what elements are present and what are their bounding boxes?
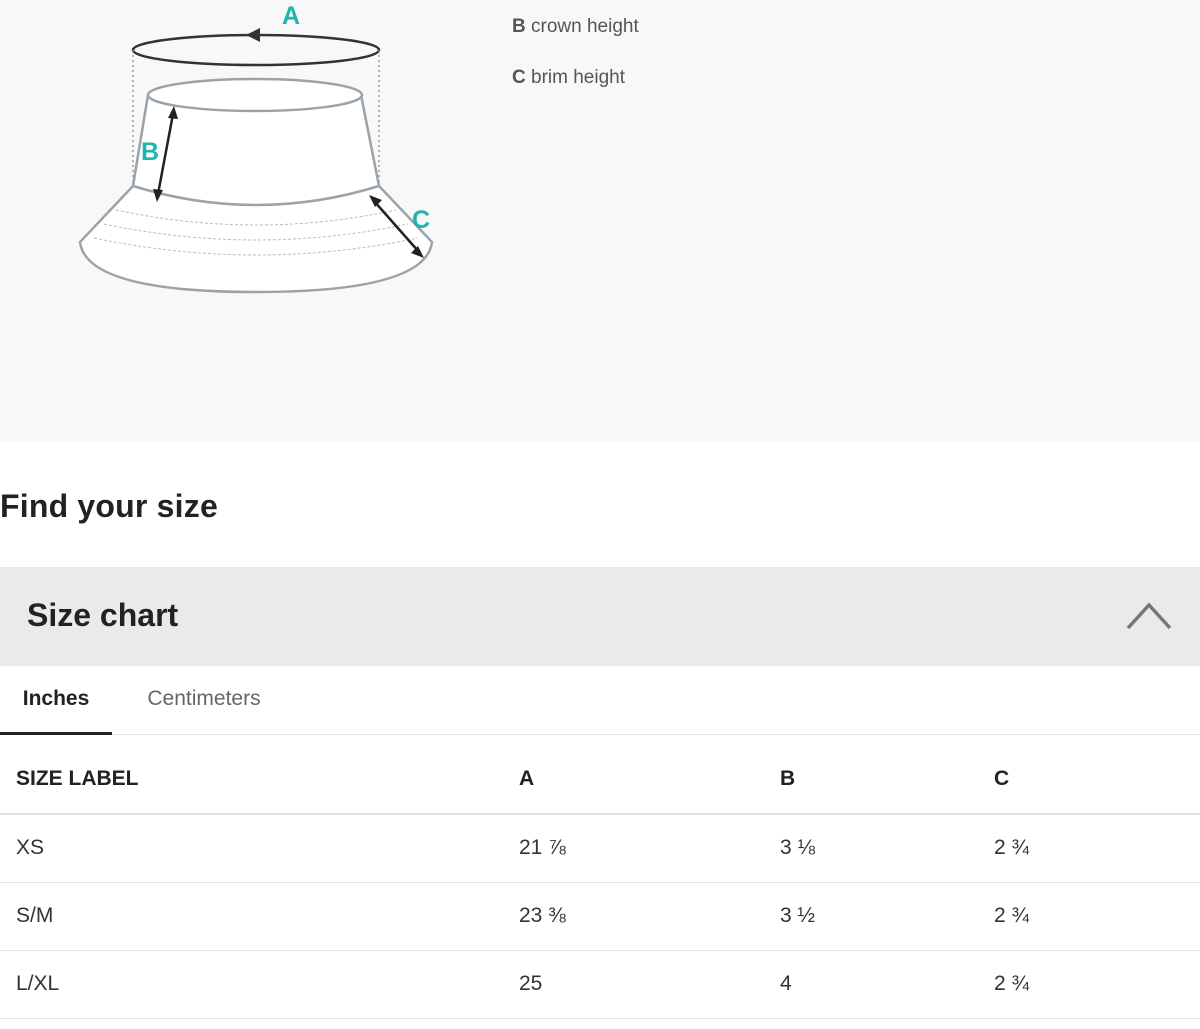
- value-cell-c: 2 ¾: [994, 950, 1200, 1019]
- table-row: XS 21 ⅞ 3 ⅛ 2 ¾: [0, 814, 1200, 883]
- value-cell-c: 2 ¾: [994, 882, 1200, 951]
- column-header-b: B: [780, 744, 994, 815]
- size-chart-accordion-header[interactable]: Size chart: [0, 567, 1200, 666]
- chevron-up-icon[interactable]: [1125, 598, 1173, 632]
- legend-item-crown-height: B crown height: [512, 16, 639, 67]
- column-header-size-label: SIZE LABEL: [0, 744, 519, 815]
- table-row: S/M 23 ⅜ 3 ½ 2 ¾: [0, 882, 1200, 951]
- legend-key: B: [512, 16, 526, 37]
- size-table: SIZE LABEL A B C XS 21 ⅞ 3 ⅛ 2 ¾ S/M 23 …: [0, 744, 1200, 1019]
- page-title: Find your size: [0, 488, 218, 524]
- diagram-label-a: A: [282, 2, 300, 30]
- unit-tabs: Inches Centimeters: [0, 666, 1200, 735]
- value-cell-b: 3 ⅛: [780, 814, 994, 883]
- value-cell-a: 23 ⅜: [519, 882, 780, 951]
- legend-key: C: [512, 67, 526, 88]
- table-row: L/XL 25 4 2 ¾: [0, 950, 1200, 1019]
- table-header-row: SIZE LABEL A B C: [0, 744, 1200, 815]
- bucket-hat-diagram: A B C: [78, 2, 434, 294]
- value-cell-b: 3 ½: [780, 882, 994, 951]
- circumference-arrowhead: [246, 28, 260, 42]
- size-chart-title: Size chart: [27, 597, 179, 633]
- value-cell-c: 2 ¾: [994, 814, 1200, 883]
- value-cell-a: 21 ⅞: [519, 814, 780, 883]
- legend-text: crown height: [531, 16, 639, 37]
- size-cell: XS: [0, 814, 519, 883]
- column-header-a: A: [519, 744, 780, 815]
- diagram-label-c: C: [412, 206, 430, 234]
- value-cell-a: 25: [519, 950, 780, 1019]
- crown-top: [146, 77, 364, 113]
- tab-inches[interactable]: Inches: [0, 666, 112, 735]
- hat-diagram-panel: A B C B crown height C brim height: [0, 0, 1200, 441]
- value-cell-b: 4: [780, 950, 994, 1019]
- diagram-label-b: B: [141, 138, 159, 166]
- column-header-c: C: [994, 744, 1200, 815]
- legend-text: brim height: [531, 67, 626, 88]
- tab-centimeters[interactable]: Centimeters: [128, 666, 280, 735]
- size-cell: S/M: [0, 882, 519, 951]
- measurement-legend: B crown height C brim height: [512, 16, 639, 118]
- legend-item-brim-height: C brim height: [512, 67, 639, 118]
- size-cell: L/XL: [0, 950, 519, 1019]
